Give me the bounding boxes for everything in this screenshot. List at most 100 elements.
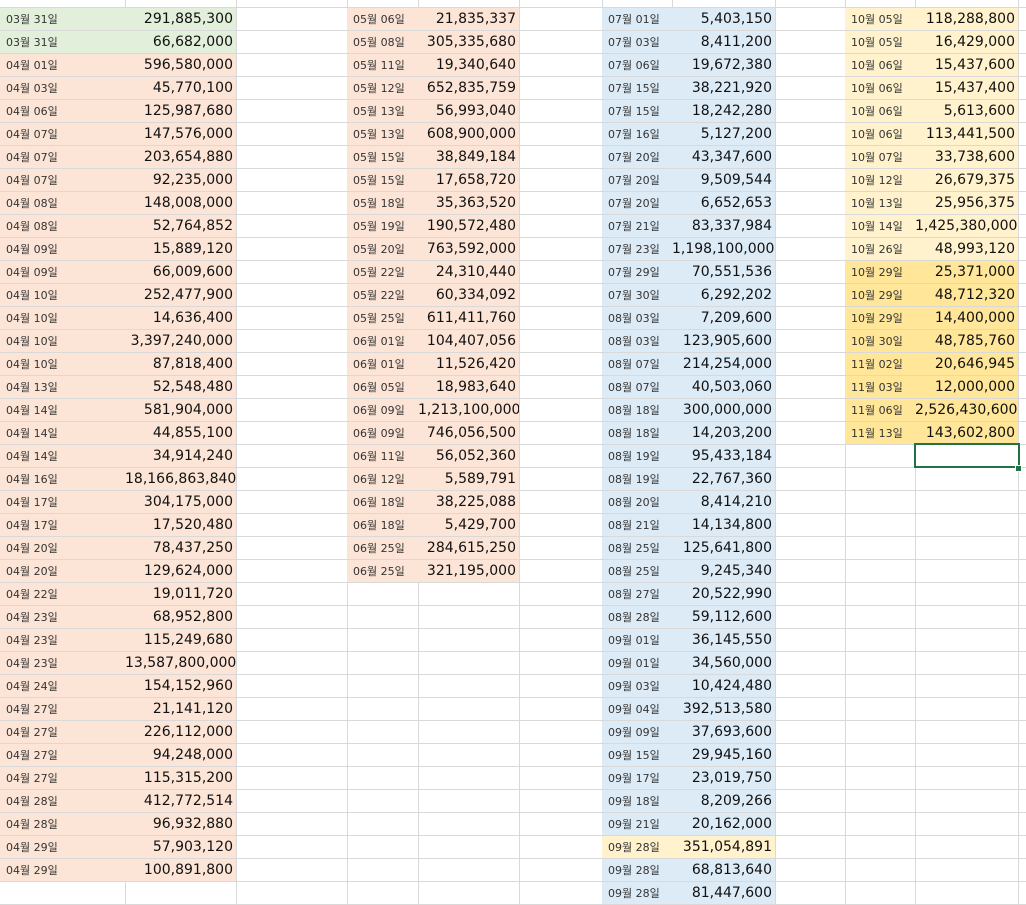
amount-cell[interactable]: 5,127,200 xyxy=(672,123,775,146)
date-cell[interactable]: 08월 18일 xyxy=(602,422,672,445)
amount-cell[interactable]: 40,503,060 xyxy=(672,376,775,399)
amount-cell[interactable]: 118,288,800 xyxy=(915,8,1018,31)
date-cell[interactable]: 10월 06일 xyxy=(845,54,915,77)
amount-cell[interactable]: 190,572,480 xyxy=(418,215,519,238)
date-cell[interactable]: 05월 13일 xyxy=(347,123,418,146)
spreadsheet-grid[interactable]: 03월 31일 291,885,300 03월 31일 66,682,000 04월 0… xyxy=(0,0,1026,905)
amount-cell[interactable]: 5,403,150 xyxy=(672,8,775,31)
amount-cell[interactable]: 95,433,184 xyxy=(672,445,775,468)
amount-cell[interactable]: 20,646,945 xyxy=(915,353,1018,376)
amount-cell[interactable]: 19,340,640 xyxy=(418,54,519,77)
amount-cell[interactable]: 5,613,600 xyxy=(915,100,1018,123)
date-cell[interactable]: 09월 04일 xyxy=(602,698,672,721)
amount-cell[interactable]: 24,310,440 xyxy=(418,261,519,284)
date-cell[interactable]: 09월 18일 xyxy=(602,790,672,813)
amount-cell[interactable]: 14,203,200 xyxy=(672,422,775,445)
amount-cell[interactable]: 59,112,600 xyxy=(672,606,775,629)
date-cell[interactable]: 06월 01일 xyxy=(347,330,418,353)
amount-cell[interactable]: 115,249,680 xyxy=(125,629,236,652)
date-cell[interactable]: 06월 09일 xyxy=(347,422,418,445)
date-cell[interactable]: 04월 09일 xyxy=(0,261,125,284)
amount-cell[interactable]: 52,764,852 xyxy=(125,215,236,238)
amount-cell[interactable]: 652,835,759 xyxy=(418,77,519,100)
amount-cell[interactable]: 8,209,266 xyxy=(672,790,775,813)
date-cell[interactable]: 07월 20일 xyxy=(602,146,672,169)
date-cell[interactable]: 09월 28일 xyxy=(602,836,672,859)
date-cell[interactable]: 04월 10일 xyxy=(0,307,125,330)
date-cell[interactable]: 09월 21일 xyxy=(602,813,672,836)
date-cell[interactable]: 11월 02일 xyxy=(845,353,915,376)
amount-cell[interactable]: 20,162,000 xyxy=(672,813,775,836)
amount-cell[interactable]: 746,056,500 xyxy=(418,422,519,445)
date-cell[interactable]: 07월 30일 xyxy=(602,284,672,307)
date-cell[interactable]: 08월 25일 xyxy=(602,537,672,560)
date-cell[interactable]: 04월 08일 xyxy=(0,215,125,238)
date-cell[interactable]: 06월 09일 xyxy=(347,399,418,422)
date-cell[interactable]: 05월 15일 xyxy=(347,146,418,169)
amount-cell[interactable]: 6,652,653 xyxy=(672,192,775,215)
date-cell[interactable]: 04월 07일 xyxy=(0,146,125,169)
amount-cell[interactable]: 25,371,000 xyxy=(915,261,1018,284)
amount-cell[interactable]: 6,292,202 xyxy=(672,284,775,307)
amount-cell[interactable]: 147,576,000 xyxy=(125,123,236,146)
amount-cell[interactable]: 392,513,580 xyxy=(672,698,775,721)
amount-cell[interactable]: 14,134,800 xyxy=(672,514,775,537)
amount-cell[interactable]: 19,672,380 xyxy=(672,54,775,77)
date-cell[interactable]: 06월 18일 xyxy=(347,514,418,537)
amount-cell[interactable]: 581,904,000 xyxy=(125,399,236,422)
amount-cell[interactable]: 35,363,520 xyxy=(418,192,519,215)
amount-cell[interactable]: 763,592,000 xyxy=(418,238,519,261)
amount-cell[interactable]: 11,526,420 xyxy=(418,353,519,376)
amount-cell[interactable]: 5,589,791 xyxy=(418,468,519,491)
amount-cell[interactable]: 38,225,088 xyxy=(418,491,519,514)
amount-cell[interactable]: 226,112,000 xyxy=(125,721,236,744)
date-cell[interactable]: 05월 11일 xyxy=(347,54,418,77)
amount-cell[interactable]: 154,152,960 xyxy=(125,675,236,698)
date-cell[interactable]: 04월 23일 xyxy=(0,606,125,629)
date-cell[interactable]: 04월 27일 xyxy=(0,744,125,767)
date-cell[interactable]: 09월 17일 xyxy=(602,767,672,790)
amount-cell[interactable]: 1,213,100,000 xyxy=(418,399,519,422)
date-cell[interactable]: 04월 16일 xyxy=(0,468,125,491)
date-cell[interactable]: 07월 29일 xyxy=(602,261,672,284)
amount-cell[interactable]: 123,905,600 xyxy=(672,330,775,353)
date-cell[interactable]: 04월 14일 xyxy=(0,422,125,445)
amount-cell[interactable]: 611,411,760 xyxy=(418,307,519,330)
date-cell[interactable]: 04월 10일 xyxy=(0,284,125,307)
date-cell[interactable]: 11월 13일 xyxy=(845,422,915,445)
amount-cell[interactable]: 300,000,000 xyxy=(672,399,775,422)
date-cell[interactable]: 05월 19일 xyxy=(347,215,418,238)
date-cell[interactable]: 09월 15일 xyxy=(602,744,672,767)
date-cell[interactable]: 03월 31일 xyxy=(0,8,125,31)
amount-cell[interactable]: 66,682,000 xyxy=(125,31,236,54)
amount-cell[interactable]: 7,209,600 xyxy=(672,307,775,330)
date-cell[interactable]: 04월 07일 xyxy=(0,169,125,192)
date-cell[interactable]: 05월 12일 xyxy=(347,77,418,100)
amount-cell[interactable]: 68,813,640 xyxy=(672,859,775,882)
date-cell[interactable]: 11월 06일 xyxy=(845,399,915,422)
amount-cell[interactable]: 284,615,250 xyxy=(418,537,519,560)
date-cell[interactable]: 07월 15일 xyxy=(602,77,672,100)
date-cell[interactable]: 10월 30일 xyxy=(845,330,915,353)
amount-cell[interactable]: 48,712,320 xyxy=(915,284,1018,307)
amount-cell[interactable]: 56,052,360 xyxy=(418,445,519,468)
amount-cell[interactable]: 8,411,200 xyxy=(672,31,775,54)
amount-cell[interactable]: 252,477,900 xyxy=(125,284,236,307)
amount-cell[interactable]: 9,245,340 xyxy=(672,560,775,583)
date-cell[interactable]: 09월 03일 xyxy=(602,675,672,698)
amount-cell[interactable]: 9,509,544 xyxy=(672,169,775,192)
amount-cell[interactable]: 1,198,100,000 xyxy=(672,238,775,261)
date-cell[interactable]: 10월 12일 xyxy=(845,169,915,192)
amount-cell[interactable]: 33,738,600 xyxy=(915,146,1018,169)
amount-cell[interactable]: 14,636,400 xyxy=(125,307,236,330)
amount-cell[interactable]: 37,693,600 xyxy=(672,721,775,744)
date-cell[interactable]: 04월 20일 xyxy=(0,537,125,560)
amount-cell[interactable]: 21,141,120 xyxy=(125,698,236,721)
date-cell[interactable]: 06월 11일 xyxy=(347,445,418,468)
amount-cell[interactable]: 34,914,240 xyxy=(125,445,236,468)
amount-cell[interactable]: 18,166,863,840 xyxy=(125,468,236,491)
amount-cell[interactable]: 48,993,120 xyxy=(915,238,1018,261)
date-cell[interactable]: 04월 27일 xyxy=(0,698,125,721)
date-cell[interactable]: 04월 28일 xyxy=(0,813,125,836)
date-cell[interactable]: 08월 27일 xyxy=(602,583,672,606)
